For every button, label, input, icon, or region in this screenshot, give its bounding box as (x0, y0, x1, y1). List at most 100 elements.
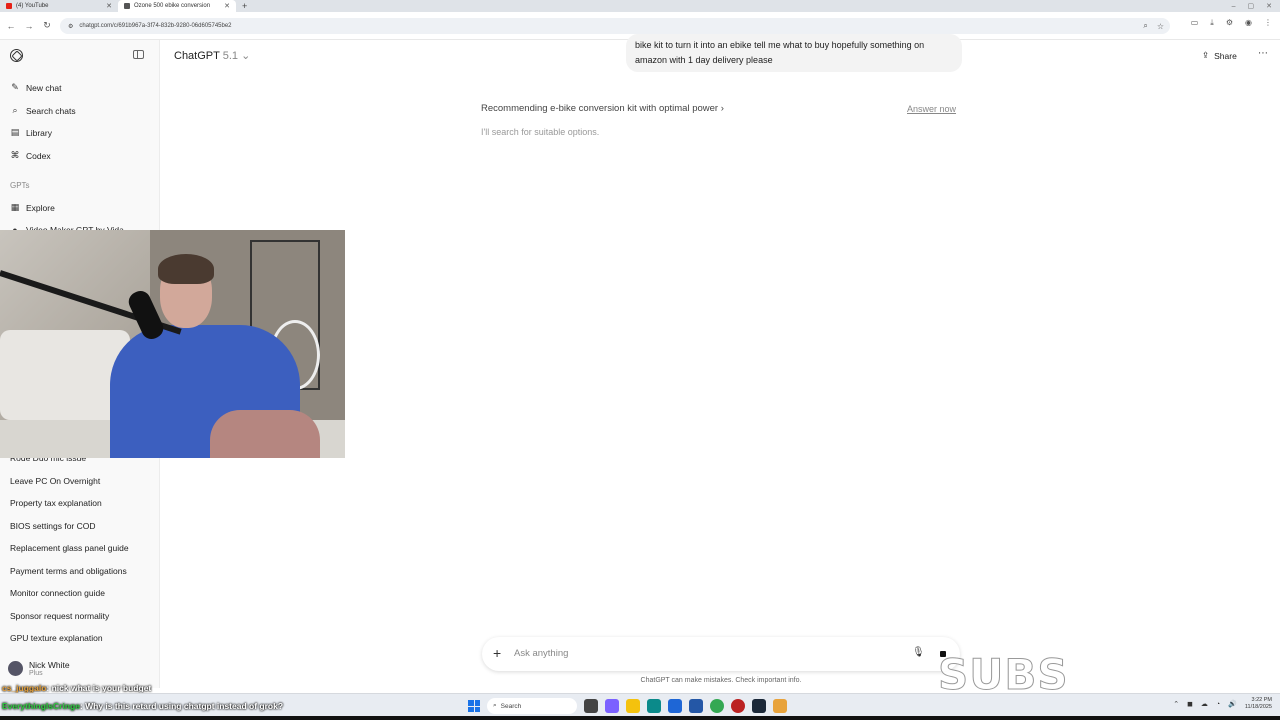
copilot-icon[interactable] (605, 699, 619, 713)
user-message: bike kit to turn it into an ebike tell m… (626, 34, 962, 72)
nav-label: Search chats (26, 105, 76, 116)
close-tab-icon[interactable]: ✕ (224, 2, 230, 10)
zoom-icon[interactable]: ⌕ (1143, 21, 1147, 31)
nav-label: New chat (26, 82, 62, 93)
network-icon[interactable]: ☁ (1201, 700, 1208, 708)
webcam-overlay (0, 230, 345, 458)
codex-button[interactable]: ⌘ Codex (10, 150, 51, 161)
back-icon[interactable]: ← (2, 21, 20, 31)
share-button[interactable]: ⇪ Share (1202, 50, 1237, 61)
date: 11/18/2025 (1244, 704, 1272, 710)
app-icon[interactable] (773, 699, 787, 713)
microphone-icon[interactable]: 🎙 (912, 647, 925, 658)
close-window-icon[interactable]: ✕ (1266, 2, 1272, 10)
browser-tab-chatgpt[interactable]: Ozone 500 ebike conversion ✕ (118, 0, 236, 12)
url-text: chatgpt.com/c/691b967a-3f74-832b-9280-06… (79, 23, 232, 29)
chat-history-item[interactable]: Property tax explanation (10, 498, 102, 508)
chatgpt-favicon-icon (124, 3, 130, 9)
chat-history-item[interactable]: Monitor connection guide (10, 588, 105, 598)
explore-label: Explore (26, 202, 55, 213)
chat-text: : Why is this retard using chatgpt inste… (79, 701, 284, 711)
task-view-icon[interactable] (584, 699, 598, 713)
maximize-icon[interactable]: ▢ (1248, 2, 1255, 10)
answer-now-link[interactable]: Answer now (907, 104, 956, 114)
search-chats-button[interactable]: ⌕ Search chats (10, 105, 76, 116)
add-attachment-icon[interactable]: + (493, 646, 501, 660)
url-field[interactable]: ⚙ chatgpt.com/c/691b967a-3f74-832b-9280-… (60, 18, 1170, 34)
nav-label: Codex (26, 150, 51, 161)
chat-username: EverythingIsCringe (2, 701, 80, 711)
grid-icon: ▦ (10, 202, 20, 212)
webcam-blanket (210, 410, 320, 458)
downloads-icon[interactable]: ⤓ (1210, 18, 1214, 28)
new-tab-icon[interactable]: + (236, 0, 253, 12)
search-icon: ⌕ (493, 702, 497, 709)
collapse-sidebar-icon[interactable] (133, 50, 144, 59)
chat-history-item[interactable]: GPU texture explanation (10, 633, 103, 643)
thinking-title: Recommending e-bike conversion kit with … (481, 103, 719, 114)
chat-history-item[interactable]: Sponsor request normality (10, 611, 109, 621)
gpts-section-label: GPTs (10, 181, 30, 190)
chat-history-item[interactable]: Payment terms and obligations (10, 566, 127, 576)
reload-icon[interactable]: ↻ (38, 20, 56, 31)
stream-chat-message: EverythingIsCringe: Why is this retard u… (2, 701, 283, 711)
assistant-status: I'll search for suitable options. (481, 127, 600, 137)
nav-label: Library (26, 127, 52, 138)
user-name: Nick White (29, 660, 70, 670)
volume-icon[interactable]: 🔊 (1228, 700, 1237, 708)
clock[interactable]: 3:22 PM 11/18/2025 (1245, 697, 1272, 711)
time: 3:22 PM (1251, 697, 1272, 703)
openai-logo-icon[interactable] (10, 49, 23, 62)
profile-icon[interactable]: ◉ (1245, 18, 1252, 28)
more-options-icon[interactable]: ⋯ (1258, 48, 1268, 59)
pencil-icon: ✎ (11, 82, 19, 92)
store-icon[interactable] (668, 699, 682, 713)
thinking-header[interactable]: Recommending e-bike conversion kit with … (481, 103, 724, 114)
tab-title: Ozone 500 ebike conversion (134, 3, 211, 9)
message-input[interactable]: Ask anything (514, 648, 568, 659)
chevron-right-icon: › (720, 103, 724, 114)
share-label: Share (1214, 50, 1237, 61)
user-profile[interactable]: Nick White Plus (8, 660, 70, 677)
chat-history-item[interactable]: Leave PC On Overnight (10, 476, 100, 486)
codex-icon: ⌘ (10, 150, 20, 160)
taskbar-search[interactable]: ⌕ Search (487, 698, 577, 714)
system-tray: ⌃ ◼ ☁ ◔ 🔊 3:22 PM 11/18/2025 (1173, 697, 1272, 711)
browser-tab-bar: (4) YouTube ✕ Ozone 500 ebike conversion… (0, 0, 1280, 12)
site-info-icon[interactable]: ⚙ (68, 23, 73, 30)
browser-menu-icon[interactable]: ⋮ (1264, 18, 1272, 28)
file-explorer-icon[interactable] (626, 699, 640, 713)
edge-icon[interactable] (647, 699, 661, 713)
screen-edge (0, 716, 1280, 720)
windows-start-icon[interactable] (468, 700, 480, 712)
outlook-icon[interactable] (689, 699, 703, 713)
disclaimer: ChatGPT can make mistakes. Check importa… (640, 677, 802, 684)
close-tab-icon[interactable]: ✕ (106, 2, 112, 10)
chat-history-item[interactable]: BIOS settings for COD (10, 521, 96, 531)
avatar (8, 661, 23, 676)
forward-icon[interactable]: → (20, 21, 38, 31)
browser-tab-youtube[interactable]: (4) YouTube ✕ (0, 0, 118, 12)
share-icon: ⇪ (1202, 50, 1210, 60)
minimize-icon[interactable]: – (1232, 3, 1236, 10)
chevron-up-icon[interactable]: ⌃ (1173, 700, 1179, 708)
model-selector[interactable]: ChatGPT 5.1 ⌄ (174, 49, 250, 62)
tab-search-icon[interactable]: ▭ (1191, 18, 1199, 28)
library-button[interactable]: ▤ Library (10, 127, 52, 138)
search-icon: ⌕ (12, 105, 18, 115)
tray-app-icon[interactable]: ◼ (1187, 700, 1193, 708)
bookmark-star-icon[interactable]: ☆ (1157, 22, 1164, 31)
model-version: 5.1 (222, 50, 239, 62)
extensions-icon[interactable]: ⚙ (1226, 18, 1233, 28)
explore-gpts-button[interactable]: ▦ Explore (10, 202, 55, 213)
composer: + Ask anything 🎙 (482, 637, 960, 671)
new-chat-button[interactable]: ✎ New chat (10, 82, 61, 93)
obs-icon[interactable] (731, 699, 745, 713)
youtube-favicon-icon (6, 3, 12, 9)
wifi-icon[interactable]: ◔ (1216, 701, 1220, 708)
chrome-icon[interactable] (710, 699, 724, 713)
window-controls: – ▢ ✕ (1232, 0, 1272, 12)
chat-history-item[interactable]: Replacement glass panel guide (10, 543, 129, 553)
steam-icon[interactable] (752, 699, 766, 713)
webcam-person-hair (158, 254, 214, 284)
